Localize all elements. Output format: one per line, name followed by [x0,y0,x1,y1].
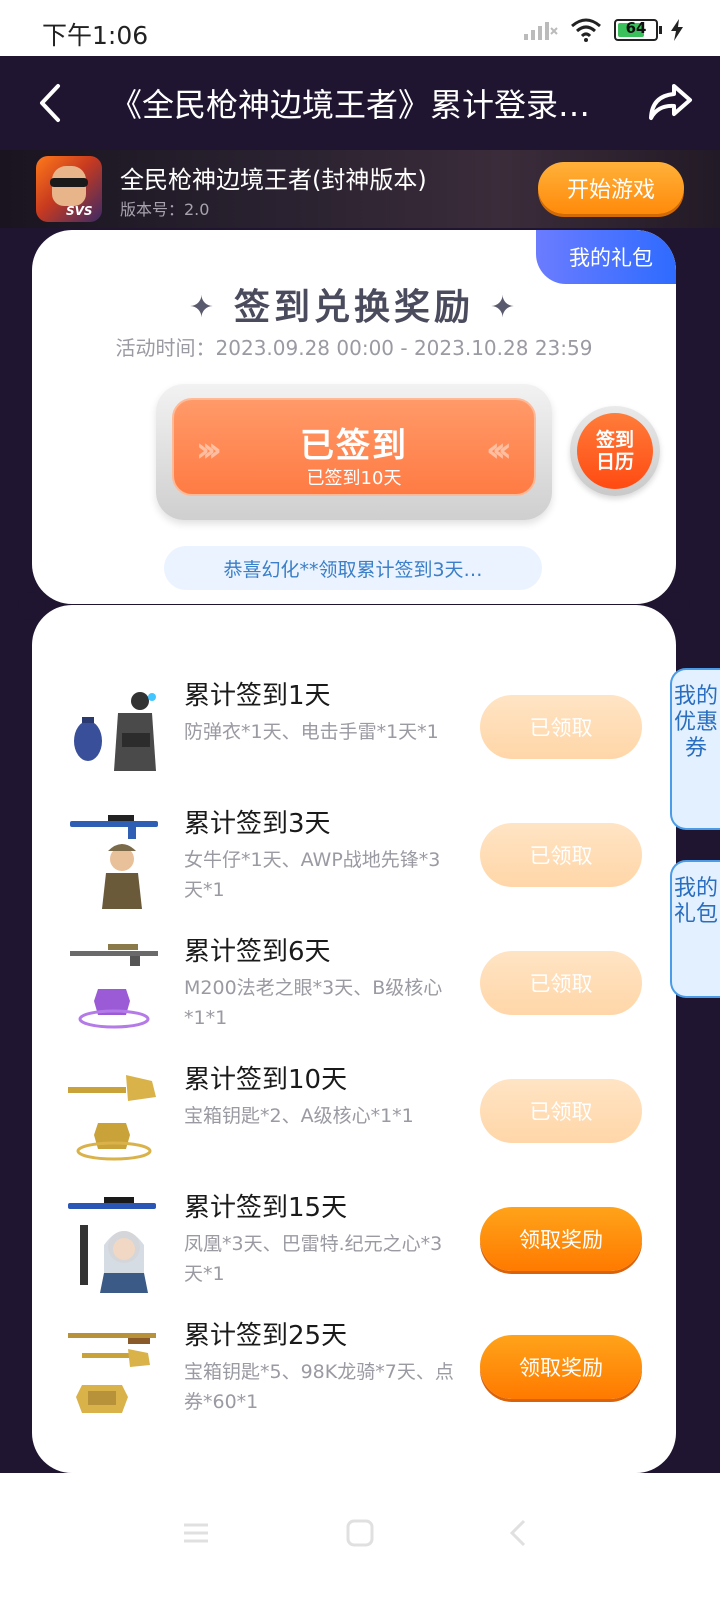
reward-desc: 宝箱钥匙*5、98K龙骑*7天、点券*60*1 [184,1361,454,1413]
checkin-button-face: ››› ‹‹‹ 已签到 已签到10天 [172,398,536,496]
vest-grenade-icon [74,692,156,771]
reward-desc: 凤凰*3天、巴雷特.纪元之心*3天*1 [184,1233,443,1285]
status-icons: 64 [524,18,684,42]
battery-level: 64 [625,19,647,37]
my-gift-tab[interactable]: 我的礼包 [536,230,676,284]
reward-desc: M200法老之眼*3天、B级核心*1*1 [184,977,443,1029]
checkin-button[interactable]: ››› ‹‹‹ 已签到 已签到10天 [156,384,552,520]
game-version: 版本号：2.0 [120,200,210,219]
page-header: 《全民枪神边境王者》累计登录… [0,56,720,150]
reward-title: 累计签到6天 [184,937,331,967]
status-bar: 下午1:06 64 [0,0,720,56]
sniper-character-icon [68,1197,156,1293]
reward-claimed-button[interactable]: 已领取 [480,823,642,887]
reward-desc: 女牛仔*1天、AWP战地先锋*3天*1 [184,849,441,901]
claim-notice: 恭喜幻化**领取累计签到3天… [164,546,542,590]
signal-icon [524,22,558,40]
start-game-button[interactable]: 开始游戏 [538,162,684,214]
checkin-calendar-label: 签到日历 [577,413,653,489]
back-icon[interactable] [500,1513,540,1553]
checkin-card: 我的礼包 ✦ 签到兑换奖励 ✦ 活动时间：2023.09.28 00:00 - 20… [32,230,676,604]
game-name: 全民枪神边境王者(封神版本) [120,166,427,194]
checkin-status: 已签到 [300,426,408,466]
claim-reward-button[interactable]: 领取奖励 [480,1207,642,1271]
menu-icon[interactable] [176,1513,216,1553]
reward-claimed-button[interactable]: 已领取 [480,951,642,1015]
section-title: ✦ 签到兑换奖励 ✦ [32,278,676,330]
reward-row: 累计签到15天 凤凰*3天、巴雷特.纪元之心*3天*1 领取奖励 [32,1187,676,1315]
key-rifle-coupon-icon [68,1333,156,1413]
reward-desc: 宝箱钥匙*2、A级核心*1*1 [184,1105,414,1127]
reward-title: 累计签到10天 [184,1065,348,1095]
activity-time: 活动时间：2023.09.28 00:00 - 2023.10.28 23:59 [115,336,593,360]
battery-icon: 64 [614,19,662,41]
reward-desc: 防弹衣*1天、电击手雷*1天*1 [184,721,439,743]
game-icon[interactable]: SVS [36,156,102,222]
checkin-calendar-button[interactable]: 签到日历 [570,406,660,496]
card-notch-right [662,592,690,620]
section-title-text: 签到兑换奖励 [233,287,474,328]
rifle-cowgirl-icon [70,815,158,909]
reward-row: 累计签到25天 宝箱钥匙*5、98K龙骑*7天、点券*60*1 领取奖励 [32,1315,676,1443]
card-notch-left [18,592,46,620]
checkin-days: 已签到10天 [306,468,402,489]
reward-claimed-button[interactable]: 已领取 [480,695,642,759]
reward-title: 累计签到25天 [184,1321,348,1351]
reward-row: 累计签到3天 女牛仔*1天、AWP战地先锋*3天*1 已领取 [32,803,676,931]
reward-row: 累计签到6天 M200法老之眼*3天、B级核心*1*1 已领取 [32,931,676,1059]
sparkle-icon: ✦ [490,290,520,325]
wifi-icon [571,18,601,42]
reward-row: 累计签到10天 宝箱钥匙*2、A级核心*1*1 已领取 [32,1059,676,1187]
game-icon-text: SVS [66,204,93,218]
page-title: 《全民枪神边境王者》累计登录… [109,86,590,124]
reward-row: 累计签到1天 防弹衣*1天、电击手雷*1天*1 已领取 [32,675,676,803]
my-coupons-tab[interactable]: 我的优惠券 [670,668,720,830]
home-icon[interactable] [340,1513,380,1553]
system-nav-bar [0,1473,720,1600]
sparkle-icon: ✦ [188,290,218,325]
my-gifts-side-tab[interactable]: 我的礼包 [670,860,720,998]
rewards-card: 累计签到1天 防弹衣*1天、电击手雷*1天*1 已领取 累计签到3天 女牛仔*1… [32,605,676,1473]
reward-title: 累计签到15天 [184,1193,348,1223]
reward-title: 累计签到1天 [184,681,331,711]
game-banner: SVS 全民枪神边境王者(封神版本) 版本号：2.0 开始游戏 [0,150,720,228]
rifle-core-icon [70,944,158,1029]
reward-title: 累计签到3天 [184,809,331,839]
claim-reward-button[interactable]: 领取奖励 [480,1335,642,1399]
lightning-icon [671,19,683,41]
key-core-icon [68,1075,156,1161]
back-button[interactable] [28,80,74,126]
reward-claimed-button[interactable]: 已领取 [480,1079,642,1143]
share-button[interactable] [646,78,694,126]
status-time: 下午1:06 [42,21,149,50]
